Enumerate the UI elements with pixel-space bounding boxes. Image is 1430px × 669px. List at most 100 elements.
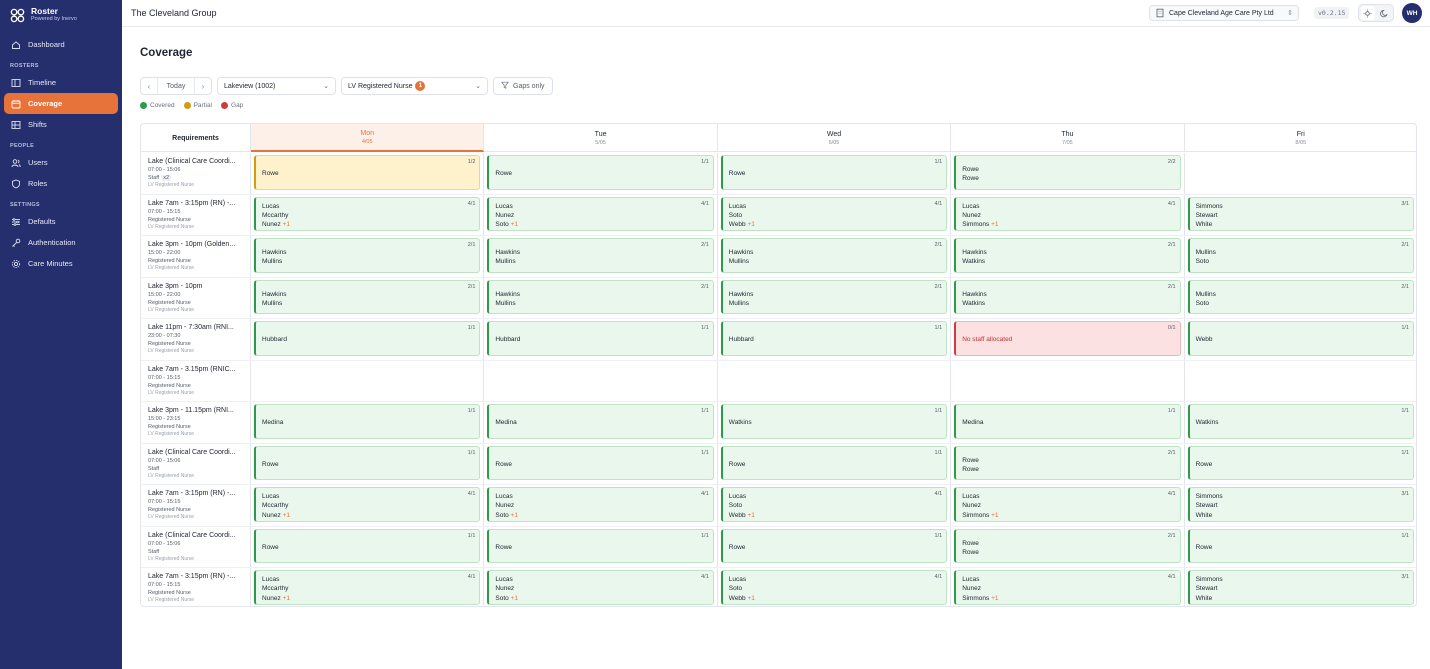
coverage-cell[interactable]: 4/1 Lucas Nunez Soto +1 [484, 568, 718, 606]
coverage-card-covered[interactable]: 1/1 Rowe [720, 528, 948, 563]
sidebar-item-authentication[interactable]: Authentication [4, 232, 118, 253]
coverage-cell[interactable]: 2/2 Rowe Rowe [951, 153, 1185, 194]
more-staff-count[interactable]: +1 [747, 221, 754, 228]
coverage-card-covered[interactable]: 2/1 Hawkins Mullins [254, 279, 481, 314]
more-staff-count[interactable]: +1 [991, 221, 998, 228]
coverage-cell[interactable]: 2/1 Hawkins Watkins [951, 236, 1185, 277]
coverage-cell[interactable] [251, 360, 485, 401]
coverage-card-covered[interactable]: 4/1 Lucas Mccarthy Nunez +1 [254, 487, 481, 522]
coverage-card-covered[interactable]: 4/1 Lucas Nunez Soto +1 [487, 196, 714, 231]
more-staff-count[interactable]: +1 [991, 512, 998, 519]
avatar[interactable]: WH [1402, 3, 1422, 23]
coverage-cell[interactable] [484, 360, 718, 401]
coverage-card-covered[interactable]: 2/1 Rowe Rowe [954, 445, 1181, 480]
coverage-cell[interactable]: 1/1 Rowe [718, 526, 952, 567]
coverage-cell[interactable] [1185, 153, 1416, 194]
more-staff-count[interactable]: +1 [511, 221, 518, 228]
coverage-cell[interactable]: 4/1 Lucas Soto Webb +1 [718, 568, 952, 606]
coverage-card-covered[interactable]: 4/1 Lucas Nunez Simmons +1 [954, 196, 1181, 231]
coverage-card-covered[interactable]: 4/1 Lucas Nunez Simmons +1 [954, 487, 1181, 522]
coverage-card-covered[interactable]: 2/1 Hawkins Watkins [954, 279, 1181, 314]
more-staff-count[interactable]: +1 [747, 512, 754, 519]
coverage-card-covered[interactable]: 1/1 Watkins [1187, 404, 1414, 439]
coverage-cell[interactable]: 2/1 Rowe Rowe [951, 526, 1185, 567]
coverage-card-covered[interactable]: 1/1 Rowe [254, 528, 481, 563]
coverage-cell[interactable]: 2/1 Hawkins Mullins [484, 236, 718, 277]
coverage-card-covered[interactable]: 1/1 Webb [1187, 321, 1414, 356]
coverage-cell[interactable]: 1/1 Rowe [251, 443, 485, 484]
coverage-cell[interactable]: 1/1 Medina [251, 402, 485, 443]
coverage-card-covered[interactable]: 4/1 Lucas Mccarthy Nunez +1 [254, 196, 481, 231]
coverage-card-covered[interactable]: 3/1 Simmons Stewart White [1187, 570, 1414, 605]
coverage-cell[interactable]: 1/1 Rowe [484, 153, 718, 194]
coverage-cell[interactable]: 1/1 Rowe [718, 443, 952, 484]
coverage-card-covered[interactable]: 4/1 Lucas Soto Webb +1 [720, 196, 948, 231]
sidebar-item-care-minutes[interactable]: Care Minutes [4, 253, 118, 274]
coverage-card-covered[interactable]: 2/1 Mullins Soto [1187, 238, 1414, 273]
coverage-cell[interactable]: 3/1 Simmons Stewart White [1185, 568, 1416, 606]
coverage-card-covered[interactable]: 2/1 Hawkins Mullins [254, 238, 481, 273]
requirement-cell[interactable]: Lake (Clinical Care Coordi... 07:00 - 15:… [141, 443, 251, 484]
role-filter-select[interactable]: LV Registered Nurse 1 ⌄ [341, 77, 488, 95]
gaps-only-button[interactable]: Gaps only [493, 77, 553, 95]
coverage-cell[interactable]: 1/1 Watkins [718, 402, 952, 443]
brand[interactable]: Roster Powered by Inervo [9, 5, 77, 25]
coverage-card-covered[interactable]: 2/1 Hawkins Watkins [954, 238, 1181, 273]
location-select[interactable]: Lakeview (1002) ⌄ [217, 77, 336, 95]
sidebar-item-users[interactable]: Users [4, 152, 118, 173]
requirement-cell[interactable]: Lake 7am - 3:15pm (RN) -... 07:00 - 15:15… [141, 194, 251, 235]
coverage-cell[interactable]: 4/1 Lucas Nunez Simmons +1 [951, 568, 1185, 606]
coverage-card-covered[interactable]: 4/1 Lucas Mccarthy Nunez +1 [254, 570, 481, 605]
sidebar-item-timeline[interactable]: Timeline [4, 72, 118, 93]
moon-icon[interactable] [1378, 6, 1392, 20]
requirement-cell[interactable]: Lake 3pm - 10pm 15:00 - 22:00 Registered N… [141, 277, 251, 318]
coverage-card-covered[interactable]: 1/1 Rowe [1187, 528, 1414, 563]
coverage-cell[interactable]: 1/1 Medina [484, 402, 718, 443]
coverage-cell[interactable]: 4/1 Lucas Soto Webb +1 [718, 194, 952, 235]
coverage-card-covered[interactable]: 3/1 Simmons Stewart White [1187, 196, 1414, 231]
coverage-card-covered[interactable]: 1/1 Hubbard [487, 321, 714, 356]
sidebar-item-shifts[interactable]: Shifts [4, 114, 118, 135]
coverage-card-covered[interactable]: 1/1 Rowe [487, 528, 714, 563]
chevron-right-icon[interactable]: › [195, 78, 211, 94]
requirement-cell[interactable]: Lake (Clinical Care Coordi... 07:00 - 15:… [141, 526, 251, 567]
coverage-card-covered[interactable]: 1/1 Medina [954, 404, 1181, 439]
more-staff-count[interactable]: +1 [511, 512, 518, 519]
coverage-card-covered[interactable]: 1/1 Rowe [487, 155, 714, 190]
coverage-card-covered[interactable]: 4/1 Lucas Soto Webb +1 [720, 487, 948, 522]
coverage-cell[interactable]: 4/1 Lucas Nunez Simmons +1 [951, 485, 1185, 526]
coverage-cell[interactable]: 1/2 Rowe [251, 153, 485, 194]
coverage-card-covered[interactable]: 2/1 Mullins Soto [1187, 279, 1414, 314]
requirement-cell[interactable]: Lake 3pm - 10pm (Golden... 15:00 - 22:00 R… [141, 236, 251, 277]
more-staff-count[interactable]: +1 [283, 512, 290, 519]
coverage-cell[interactable]: 1/1 Rowe [484, 443, 718, 484]
coverage-cell[interactable]: 1/1 Rowe [251, 526, 485, 567]
coverage-cell[interactable]: 0/1 No staff allocated [951, 319, 1185, 360]
coverage-card-covered[interactable]: 2/2 Rowe Rowe [954, 155, 1181, 190]
coverage-cell[interactable]: 2/1 Hawkins Mullins [251, 236, 485, 277]
chevron-left-icon[interactable]: ‹ [141, 78, 157, 94]
coverage-cell[interactable]: 1/1 Medina [951, 402, 1185, 443]
sidebar-item-roles[interactable]: Roles [4, 173, 118, 194]
coverage-card-covered[interactable]: 2/1 Hawkins Mullins [487, 279, 714, 314]
requirement-cell[interactable]: Lake 7am - 3:15pm (RN) -... 07:00 - 15:15… [141, 485, 251, 526]
coverage-card-covered[interactable]: 4/1 Lucas Nunez Soto +1 [487, 570, 714, 605]
more-staff-count[interactable]: +1 [747, 595, 754, 602]
coverage-cell[interactable]: 1/1 Watkins [1185, 402, 1416, 443]
coverage-card-covered[interactable]: 1/1 Hubbard [720, 321, 948, 356]
coverage-cell[interactable]: 2/1 Mullins Soto [1185, 278, 1416, 319]
more-staff-count[interactable]: +1 [991, 595, 998, 602]
coverage-cell[interactable]: 4/1 Lucas Nunez Soto +1 [484, 485, 718, 526]
coverage-card-covered[interactable]: 2/1 Hawkins Mullins [487, 238, 714, 273]
coverage-cell[interactable]: 2/1 Rowe Rowe [951, 443, 1185, 484]
coverage-cell[interactable]: 4/1 Lucas Nunez Soto +1 [484, 194, 718, 235]
coverage-cell[interactable]: 1/1 Hubbard [718, 319, 952, 360]
coverage-card-covered[interactable]: 4/1 Lucas Soto Webb +1 [720, 570, 948, 605]
coverage-card-covered[interactable]: 2/1 Rowe Rowe [954, 528, 1181, 563]
more-staff-count[interactable]: +1 [511, 595, 518, 602]
coverage-card-covered[interactable]: 1/1 Medina [254, 404, 481, 439]
coverage-cell[interactable]: 2/1 Hawkins Watkins [951, 277, 1185, 318]
coverage-cell[interactable]: 2/1 Hawkins Mullins [484, 277, 718, 318]
coverage-cell[interactable]: 3/1 Simmons Stewart White [1185, 195, 1416, 236]
coverage-cell[interactable]: 4/1 Lucas Mccarthy Nunez +1 [251, 194, 485, 235]
